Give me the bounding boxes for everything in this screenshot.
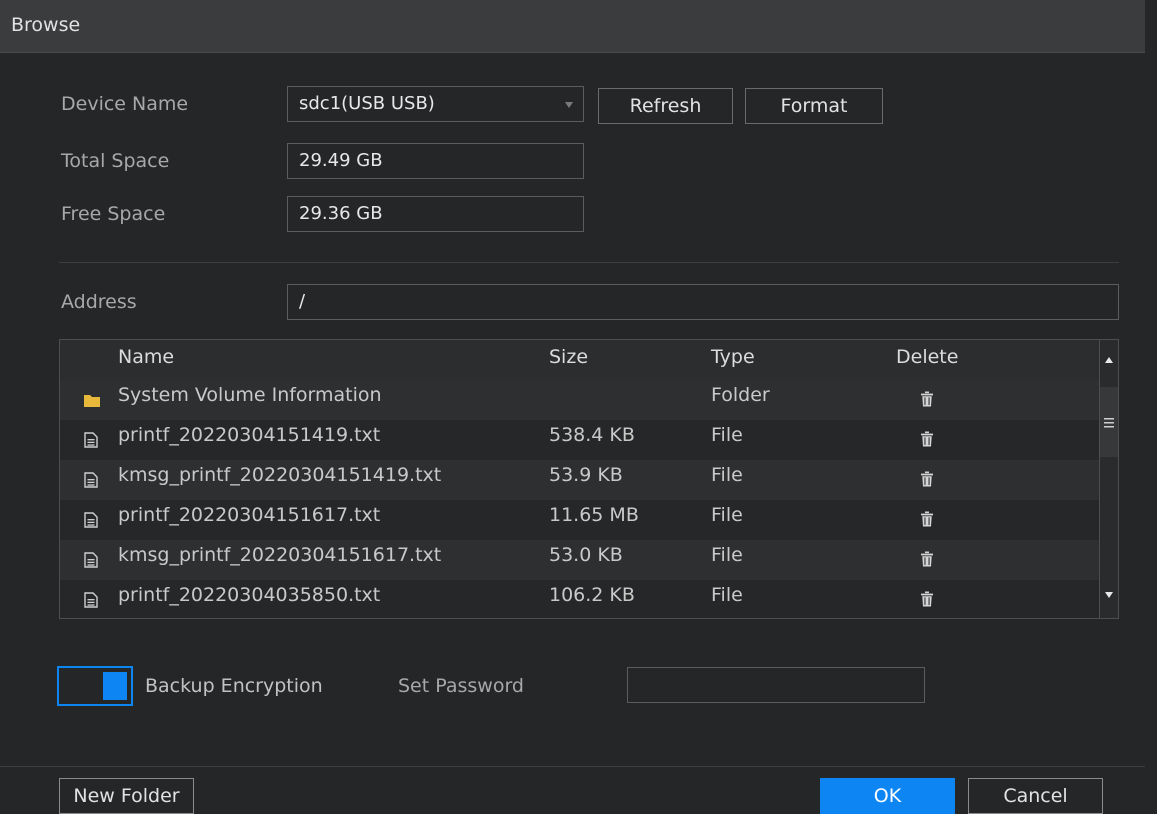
file-type: File	[711, 544, 743, 566]
file-name: System Volume Information	[118, 384, 382, 406]
format-button[interactable]: Format	[745, 88, 883, 124]
file-type: File	[711, 464, 743, 486]
file-type: File	[711, 424, 743, 446]
password-field[interactable]	[627, 667, 925, 703]
dialog-title: Browse	[11, 14, 81, 36]
grip-icon	[1104, 418, 1114, 428]
refresh-button[interactable]: Refresh	[598, 88, 733, 124]
file-type: File	[711, 584, 743, 606]
trash-icon[interactable]	[920, 391, 934, 411]
scroll-thumb[interactable]	[1100, 387, 1118, 457]
file-icon	[84, 472, 98, 492]
file-name: printf_20220304151617.txt	[118, 504, 381, 526]
file-icon	[84, 512, 98, 532]
free-space-field: 29.36 GB	[287, 196, 584, 232]
file-type: Folder	[711, 384, 770, 406]
table-body: System Volume Information Folder printf_20…	[60, 380, 1099, 618]
trash-icon[interactable]	[920, 511, 934, 531]
table-row[interactable]: printf_20220304035850.txt 106.2 KB File	[60, 580, 1099, 618]
file-icon	[84, 592, 98, 612]
file-size: 538.4 KB	[549, 424, 635, 446]
file-icon	[84, 432, 98, 452]
file-size: 11.65 MB	[549, 504, 639, 526]
device-name-select[interactable]: sdc1(USB USB)	[287, 86, 584, 122]
address-label: Address	[61, 291, 137, 313]
browse-dialog: Browse Device Name sdc1(USB USB) Refresh…	[0, 0, 1157, 814]
file-size: 53.0 KB	[549, 544, 623, 566]
table-row[interactable]: kmsg_printf_20220304151419.txt 53.9 KB Fil…	[60, 460, 1099, 500]
ok-button[interactable]: OK	[820, 778, 955, 814]
toggle-knob	[103, 672, 127, 700]
file-icon	[84, 552, 98, 572]
scroll-up-icon[interactable]	[1100, 344, 1118, 372]
folder-icon	[84, 392, 100, 411]
file-name: printf_20220304035850.txt	[118, 584, 381, 606]
device-name-label: Device Name	[61, 93, 189, 115]
chevron-down-icon	[565, 102, 573, 108]
total-space-label: Total Space	[61, 150, 170, 172]
column-header-delete: Delete	[896, 346, 959, 368]
free-space-label: Free Space	[61, 203, 166, 225]
trash-icon[interactable]	[920, 591, 934, 611]
column-header-type[interactable]: Type	[711, 346, 755, 368]
table-row[interactable]: kmsg_printf_20220304151617.txt 53.0 KB Fil…	[60, 540, 1099, 580]
table-header: Name Size Type Delete	[60, 340, 1099, 381]
file-size: 53.9 KB	[549, 464, 623, 486]
footer-divider	[0, 766, 1145, 767]
section-divider	[59, 262, 1119, 263]
cancel-button[interactable]: Cancel	[968, 778, 1103, 814]
backup-encryption-label: Backup Encryption	[145, 675, 323, 697]
trash-icon[interactable]	[920, 551, 934, 571]
file-type: File	[711, 504, 743, 526]
file-table: Name Size Type Delete System Volume Info…	[59, 339, 1119, 619]
table-row[interactable]: printf_20220304151617.txt 11.65 MB File	[60, 500, 1099, 540]
trash-icon[interactable]	[920, 471, 934, 491]
scroll-down-icon[interactable]	[1100, 582, 1118, 610]
table-row[interactable]: System Volume Information Folder	[60, 380, 1099, 420]
file-name: printf_20220304151419.txt	[118, 424, 381, 446]
total-space-field: 29.49 GB	[287, 143, 584, 179]
set-password-label: Set Password	[398, 675, 524, 697]
trash-icon[interactable]	[920, 431, 934, 451]
new-folder-button[interactable]: New Folder	[59, 778, 194, 814]
backup-encryption-toggle[interactable]	[57, 666, 133, 706]
file-name: kmsg_printf_20220304151419.txt	[118, 464, 442, 486]
column-header-name[interactable]: Name	[118, 346, 174, 368]
device-name-value: sdc1(USB USB)	[299, 93, 435, 114]
table-row[interactable]: printf_20220304151419.txt 538.4 KB File	[60, 420, 1099, 460]
file-size: 106.2 KB	[549, 584, 635, 606]
address-field[interactable]: /	[287, 284, 1119, 320]
file-name: kmsg_printf_20220304151617.txt	[118, 544, 442, 566]
title-bar: Browse	[0, 0, 1145, 53]
scrollbar[interactable]	[1099, 340, 1118, 618]
column-header-size[interactable]: Size	[549, 346, 588, 368]
